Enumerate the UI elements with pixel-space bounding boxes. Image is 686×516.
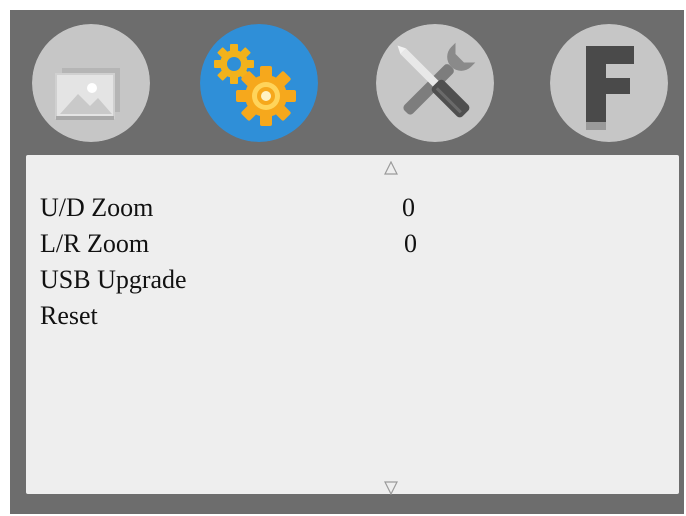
tab-function[interactable]	[550, 24, 668, 142]
menu-item-value: 0	[402, 193, 415, 222]
menu-item-lr-zoom[interactable]: L/R Zoom 0	[40, 226, 600, 262]
triangle-up-icon	[384, 161, 398, 175]
tab-settings[interactable]	[200, 24, 318, 142]
menu-item-label: L/R Zoom	[40, 229, 150, 258]
letter-f-icon	[550, 24, 668, 142]
menu-item-value: 0	[404, 229, 417, 258]
scroll-down-arrow[interactable]	[384, 481, 398, 495]
picture-icon	[32, 24, 150, 142]
scroll-up-arrow[interactable]	[384, 161, 398, 175]
triangle-down-icon	[384, 481, 398, 495]
tab-picture[interactable]	[32, 24, 150, 142]
tab-tools[interactable]	[376, 24, 494, 142]
menu-item-label: U/D Zoom	[40, 193, 154, 222]
settings-panel: U/D Zoom 0 L/R Zoom 0 USB Upgrade Reset	[26, 155, 679, 495]
menu-item-ud-zoom[interactable]: U/D Zoom 0	[40, 190, 600, 226]
menu-item-label: Reset	[40, 301, 98, 330]
menu-item-usb-upgrade[interactable]: USB Upgrade	[40, 262, 600, 298]
osd-menu: U/D Zoom 0 L/R Zoom 0 USB Upgrade Reset	[10, 10, 684, 514]
category-tabs	[10, 10, 684, 155]
menu-item-label: USB Upgrade	[40, 265, 187, 294]
tools-icon	[376, 24, 494, 142]
gears-icon	[200, 24, 318, 142]
menu-item-reset[interactable]: Reset	[40, 298, 600, 334]
